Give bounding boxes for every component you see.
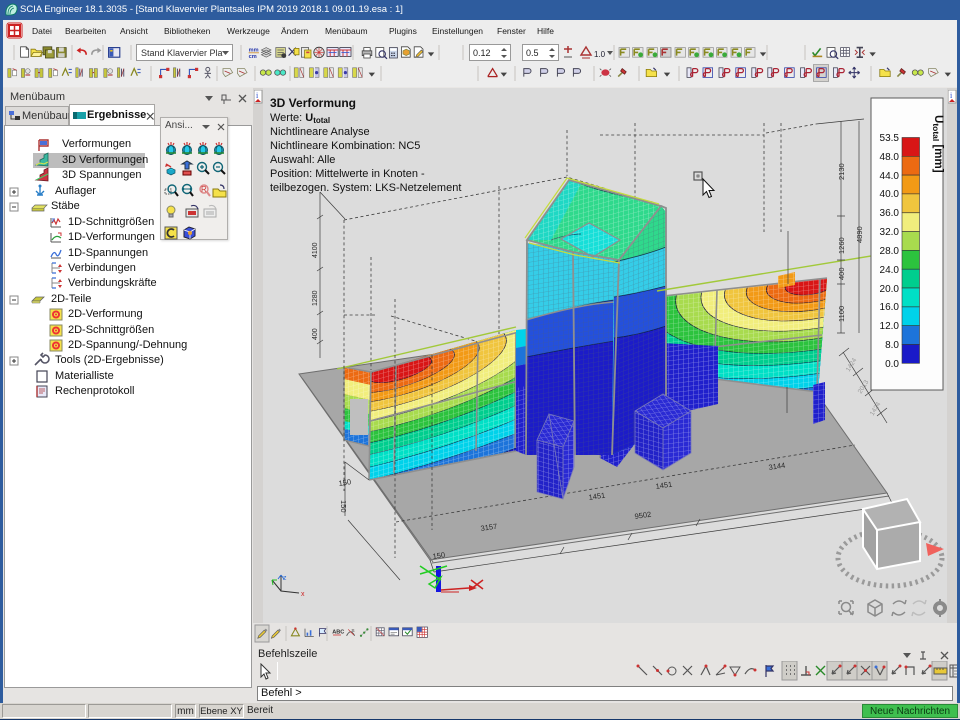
svg-text:20.0: 20.0: [880, 284, 900, 295]
svg-text:1.0: 1.0: [594, 50, 606, 59]
svg-text:Nichtlineare Kombination: NC5: Nichtlineare Kombination: NC5: [270, 140, 420, 152]
svg-text:Position: Mittelwerte in Knot: Position: Mittelwerte in Knoten -: [270, 168, 425, 180]
svg-text:1424: 1424: [869, 401, 883, 417]
svg-text:1424: 1424: [845, 357, 859, 373]
svg-text:16.0: 16.0: [880, 302, 900, 313]
svg-text:150: 150: [339, 500, 348, 513]
svg-text:32.0: 32.0: [880, 227, 900, 238]
svg-text:36.0: 36.0: [880, 208, 900, 219]
svg-text:4100: 4100: [312, 242, 319, 258]
svg-text:1100: 1100: [837, 306, 846, 322]
svg-text:53.5: 53.5: [880, 133, 900, 144]
svg-text:teilbezogen. System: LKS-Netz: teilbezogen. System: LKS-Netzelement: [270, 182, 461, 194]
svg-text:400: 400: [312, 328, 319, 340]
svg-text:1260: 1260: [837, 237, 846, 254]
svg-text:0.0: 0.0: [885, 359, 899, 370]
svg-text:Nichtlineare Analyse: Nichtlineare Analyse: [270, 126, 370, 138]
svg-text:z: z: [283, 575, 287, 582]
svg-text:40.0: 40.0: [880, 189, 900, 200]
svg-text:28.0: 28.0: [880, 246, 900, 257]
svg-text:1280: 1280: [312, 290, 319, 306]
svg-text:4890: 4890: [855, 226, 864, 243]
svg-text:44.0: 44.0: [880, 171, 900, 182]
svg-text:Werte: Utotal: Werte: Utotal: [270, 112, 330, 125]
svg-text:Auswahl: Alle: Auswahl: Alle: [270, 154, 335, 166]
svg-text:150: 150: [338, 477, 352, 488]
svg-text:x: x: [301, 591, 305, 598]
svg-text:8.0: 8.0: [885, 340, 899, 351]
svg-text:24.0: 24.0: [880, 265, 900, 276]
svg-text:400: 400: [837, 267, 846, 280]
svg-text:3D Verformung: 3D Verformung: [270, 96, 356, 110]
svg-text:150: 150: [432, 550, 446, 561]
svg-text:12.0: 12.0: [880, 321, 900, 332]
svg-text:2130: 2130: [837, 163, 846, 180]
svg-text:48.0: 48.0: [880, 152, 900, 163]
